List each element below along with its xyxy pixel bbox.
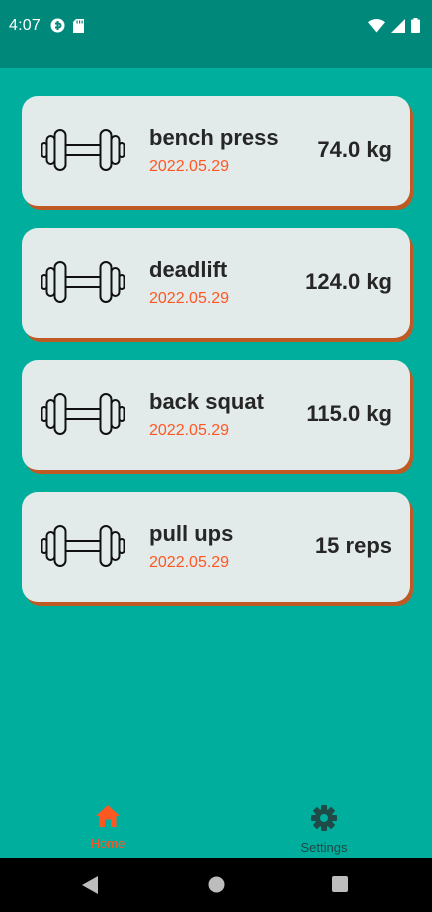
exercise-name: deadlift [149,257,228,282]
home-icon [95,804,121,833]
exercise-name: pull ups [149,521,234,546]
exercise-name: bench press [149,125,279,150]
exercise-value: 15 reps [314,533,392,558]
back-icon[interactable] [82,876,98,899]
dumbbell-icon [40,261,126,308]
nav-settings[interactable]: Settings [216,796,432,858]
sd-card-icon [73,18,84,38]
exercise-card[interactable]: pull ups 2022.05.29 15 reps [22,492,410,602]
exercise-date: 2022.05.29 [149,158,230,175]
nav-home[interactable]: Home [0,796,216,858]
gear-icon [310,804,338,837]
recents-icon[interactable] [332,876,348,897]
battery-icon [411,18,420,38]
system-nav-bar [0,858,432,912]
exercise-date: 2022.05.29 [149,290,230,307]
dumbbell-icon [40,129,126,176]
exercise-value: 74.0 kg [317,137,392,162]
exercise-card[interactable]: deadlift 2022.05.29 124.0 kg [22,228,410,338]
cell-signal-icon [391,18,405,38]
app-notification-icon [50,18,65,38]
exercise-card[interactable]: back squat 2022.05.29 115.0 kg [22,360,410,470]
wifi-icon [368,18,385,38]
status-time: 4:07 [9,17,41,34]
exercise-date: 2022.05.29 [149,422,230,439]
bottom-nav: Home Settings [0,796,432,858]
exercise-list: bench press 2022.05.29 74.0 kg deadlift … [22,96,412,624]
exercise-value: 124.0 kg [305,269,392,294]
exercise-date: 2022.05.29 [149,554,230,571]
dumbbell-icon [40,393,126,440]
status-bar: 4:07 [0,0,432,68]
exercise-name: back squat [149,389,264,414]
exercise-value: 115.0 kg [306,401,392,426]
nav-home-label: Home [90,836,126,851]
home-circle-icon[interactable] [208,876,225,898]
dumbbell-icon [40,525,126,572]
exercise-card[interactable]: bench press 2022.05.29 74.0 kg [22,96,410,206]
nav-settings-label: Settings [300,840,348,855]
